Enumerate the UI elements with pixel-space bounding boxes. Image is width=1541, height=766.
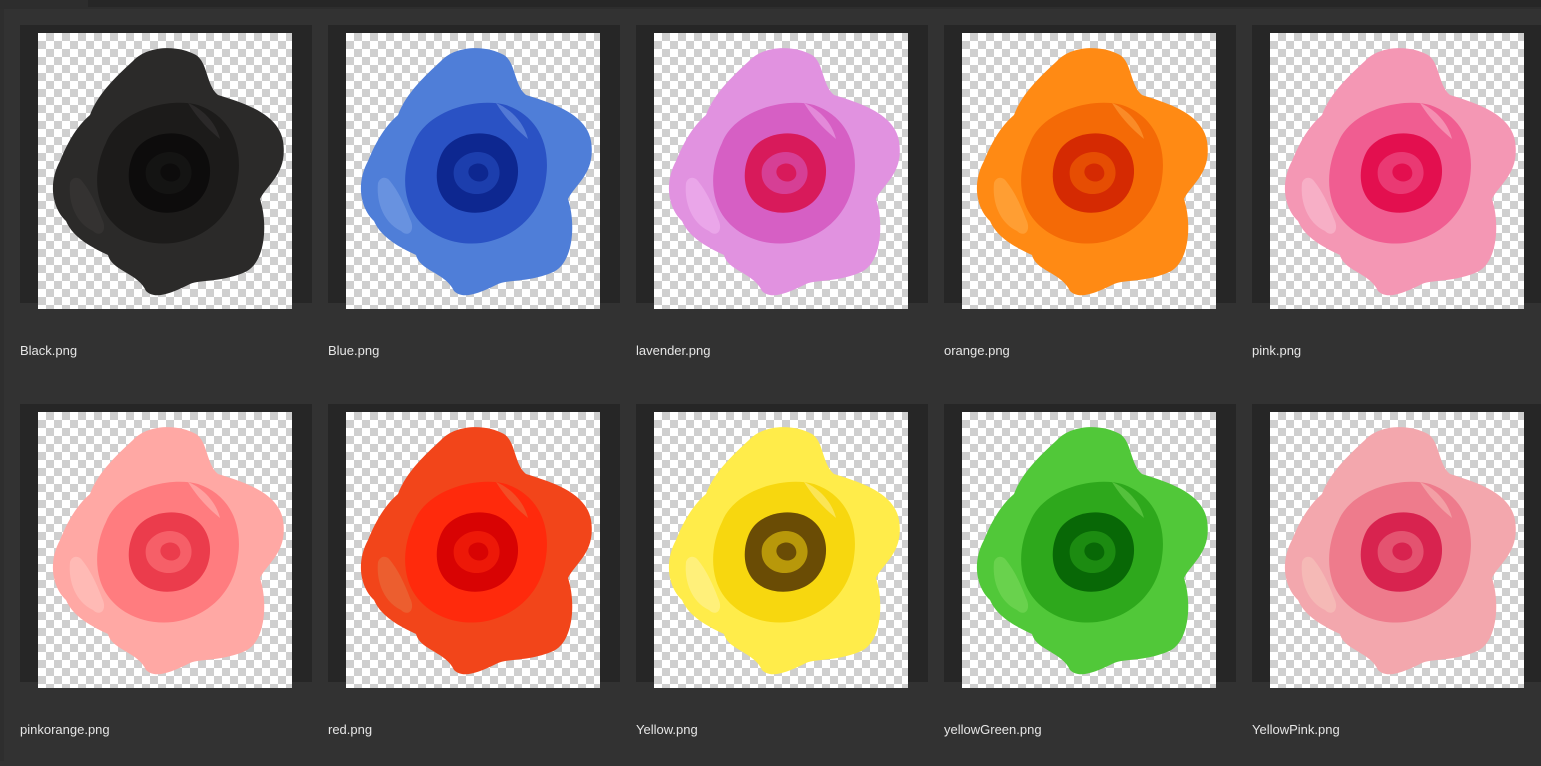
thumbnail-frame[interactable]: [1252, 25, 1541, 309]
file-name-label: YellowPink.png: [1252, 722, 1340, 737]
file-item[interactable]: Black.png: [0, 25, 312, 387]
transparency-checkerboard: [346, 33, 600, 309]
thumbnail-frame[interactable]: [636, 25, 928, 309]
file-item[interactable]: YellowPink.png: [1232, 404, 1541, 766]
rose-thumbnail-image: [52, 427, 284, 675]
transparency-checkerboard: [654, 33, 908, 309]
transparency-checkerboard: [38, 33, 292, 309]
rose-thumbnail-image: [52, 48, 284, 296]
rose-thumbnail-image: [360, 48, 592, 296]
thumbnail-frame[interactable]: [20, 25, 312, 309]
file-name-label: Black.png: [20, 343, 78, 358]
transparency-checkerboard: [1270, 33, 1524, 309]
rose-thumbnail-image: [1284, 48, 1516, 296]
rose-thumbnail-image: [360, 427, 592, 675]
thumbnail-frame[interactable]: [1252, 404, 1541, 688]
thumbnail-frame[interactable]: [944, 25, 1236, 309]
rose-thumbnail-image: [976, 427, 1208, 675]
file-item[interactable]: pink.png: [1232, 25, 1541, 387]
rose-thumbnail-image: [1284, 427, 1516, 675]
transparency-checkerboard: [654, 412, 908, 688]
file-name-label: orange.png: [944, 343, 1010, 358]
thumbnail-frame[interactable]: [328, 25, 620, 309]
thumbnail-frame[interactable]: [328, 404, 620, 688]
transparency-checkerboard: [962, 412, 1216, 688]
thumbnail-frame[interactable]: [636, 404, 928, 688]
file-item[interactable]: yellowGreen.png: [924, 404, 1236, 766]
file-name-label: yellowGreen.png: [944, 722, 1042, 737]
file-item[interactable]: pinkorange.png: [0, 404, 312, 766]
file-name-label: red.png: [328, 722, 373, 737]
file-name-label: Blue.png: [328, 343, 380, 358]
transparency-checkerboard: [346, 412, 600, 688]
transparency-checkerboard: [38, 412, 292, 688]
file-item[interactable]: Blue.png: [308, 25, 620, 387]
file-item[interactable]: Yellow.png: [616, 404, 928, 766]
file-item[interactable]: orange.png: [924, 25, 1236, 387]
thumbnail-frame[interactable]: [20, 404, 312, 688]
thumbnail-frame[interactable]: [944, 404, 1236, 688]
transparency-checkerboard: [962, 33, 1216, 309]
file-name-label: lavender.png: [636, 343, 711, 358]
rose-thumbnail-image: [668, 427, 900, 675]
file-name-label: pink.png: [1252, 343, 1302, 358]
file-name-label: pinkorange.png: [20, 722, 110, 737]
transparency-checkerboard: [1270, 412, 1524, 688]
file-item[interactable]: red.png: [308, 404, 620, 766]
rose-thumbnail-image: [668, 48, 900, 296]
file-thumbnail-grid: Black.png Blue.png lavender.png orange.p…: [0, 0, 1541, 761]
rose-thumbnail-image: [976, 48, 1208, 296]
file-item[interactable]: lavender.png: [616, 25, 928, 387]
file-name-label: Yellow.png: [636, 722, 698, 737]
